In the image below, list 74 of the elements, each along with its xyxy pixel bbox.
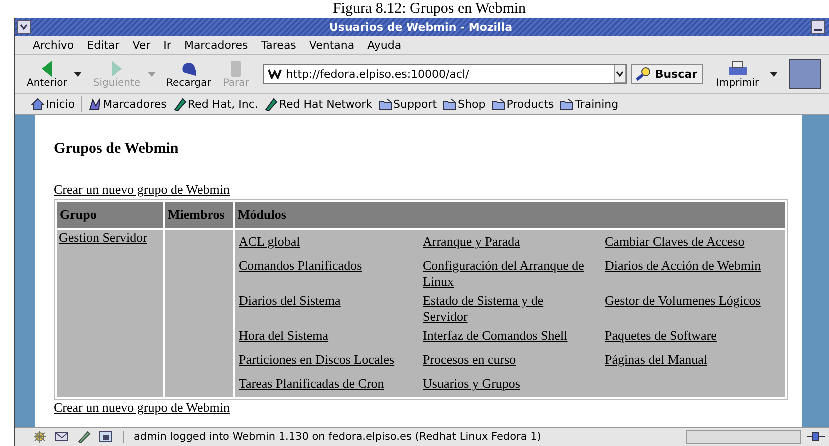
- window-menu-icon[interactable]: [17, 20, 31, 34]
- bookmark-item[interactable]: Inicio: [31, 98, 76, 110]
- printer-icon: [726, 60, 749, 78]
- bookmark-item[interactable]: Marcadores: [88, 98, 167, 110]
- bookmark-item[interactable]: Shop: [443, 98, 486, 110]
- module-link[interactable]: Arranque y Parada: [423, 232, 591, 254]
- module-link[interactable]: Diarios del Sistema: [239, 291, 407, 314]
- caret-icon[interactable]: [74, 72, 82, 76]
- menu-item[interactable]: Marcadores: [184, 38, 248, 52]
- module-link[interactable]: Gestor de Volumenes Lógicos: [605, 291, 773, 314]
- module-link[interactable]: Procesos en curso: [423, 350, 591, 372]
- module-link[interactable]: Usuarios y Grupos: [423, 374, 591, 396]
- window-title: Usuarios de Webmin - Mozilla: [328, 20, 514, 34]
- bookmark-item[interactable]: Support: [378, 98, 438, 110]
- menu-item[interactable]: Ventana: [309, 38, 355, 52]
- status-text: admin logged into Webmin 1.130 on fedora.elpiso.es (Redhat Linux Fedora 1): [133, 431, 542, 443]
- pen-icon[interactable]: [77, 431, 91, 443]
- module-link[interactable]: Cambiar Claves de Acceso: [605, 232, 773, 254]
- module-link[interactable]: Particiones en Discos Locales: [239, 350, 407, 372]
- module-link[interactable]: Comandos Planificados: [239, 256, 407, 278]
- column-header: Módulos: [235, 202, 785, 228]
- create-group-link[interactable]: Crear un nuevo grupo de Webmin: [54, 400, 230, 416]
- stop-icon: [230, 60, 242, 78]
- menu-item[interactable]: Ir: [164, 38, 172, 52]
- module-link[interactable]: Interfaz de Comandos Shell: [423, 326, 591, 348]
- bookmarks-icon: [88, 98, 102, 110]
- search-icon: [636, 67, 652, 81]
- module-link[interactable]: Configuración del Arranque de Linux: [423, 256, 591, 290]
- bookmark-item[interactable]: Red Hat Network: [264, 98, 373, 110]
- folder-icon: [560, 98, 574, 110]
- menu-item[interactable]: Editar: [87, 38, 120, 52]
- back-arrow-icon: [41, 60, 54, 78]
- site-icon: [268, 69, 282, 79]
- address-book-icon[interactable]: [99, 431, 113, 443]
- figure-caption: Figura 8.12: Grupos en Webmin: [332, 0, 528, 18]
- bookmark-item[interactable]: Training: [560, 98, 619, 110]
- create-group-link[interactable]: Crear un nuevo grupo de Webmin: [54, 182, 230, 198]
- folder-icon: [492, 98, 506, 110]
- folder-icon: [443, 98, 458, 110]
- page-heading: Grupos de Webmin: [54, 141, 180, 158]
- bookmark-item[interactable]: Products: [492, 98, 554, 110]
- module-link[interactable]: Diarios de Acción de Webmin: [605, 256, 773, 278]
- wheel-icon[interactable]: [33, 431, 47, 443]
- back-button[interactable]: Anterior: [23, 60, 72, 88]
- column-header: Miembros: [165, 202, 233, 228]
- module-link[interactable]: Estado de Sistema y de Servidor: [423, 291, 591, 324]
- module-link[interactable]: Tareas Planificadas de Cron: [239, 374, 407, 396]
- pen-icon: [264, 98, 278, 110]
- column-header: Grupo: [57, 202, 163, 228]
- caret-icon[interactable]: [614, 65, 626, 83]
- menu-item[interactable]: Ayuda: [368, 38, 402, 52]
- plug-icon: [807, 432, 825, 442]
- folder-icon: [378, 98, 393, 110]
- forward-arrow-icon: [110, 60, 123, 78]
- reload-button[interactable]: Recargar: [162, 60, 216, 88]
- bookmark-item[interactable]: Red Hat, Inc.: [172, 98, 258, 110]
- throbber-icon[interactable]: [789, 59, 822, 89]
- menu-item[interactable]: Ver: [132, 38, 151, 52]
- menu-item[interactable]: Archivo: [33, 38, 74, 52]
- address-field[interactable]: http://fedora.elpiso.es:10000/acl/: [263, 64, 628, 84]
- print-button[interactable]: Imprimir: [712, 60, 764, 88]
- scrollbar[interactable]: [802, 115, 829, 427]
- caret-icon[interactable]: [770, 72, 778, 76]
- search-button[interactable]: Buscar: [631, 64, 703, 84]
- pen-icon: [172, 98, 187, 110]
- home-icon: [31, 98, 45, 110]
- group-link[interactable]: Gestion Servidor: [59, 230, 148, 246]
- module-link[interactable]: ACL global: [239, 232, 407, 254]
- minimize-icon[interactable]: [811, 20, 825, 34]
- module-link[interactable]: Páginas del Manual: [605, 350, 773, 372]
- module-link[interactable]: Paquetes de Software: [605, 326, 773, 348]
- module-link[interactable]: Hora del Sistema: [239, 326, 407, 348]
- menu-item[interactable]: Tareas: [261, 38, 296, 52]
- mail-icon[interactable]: [55, 431, 69, 443]
